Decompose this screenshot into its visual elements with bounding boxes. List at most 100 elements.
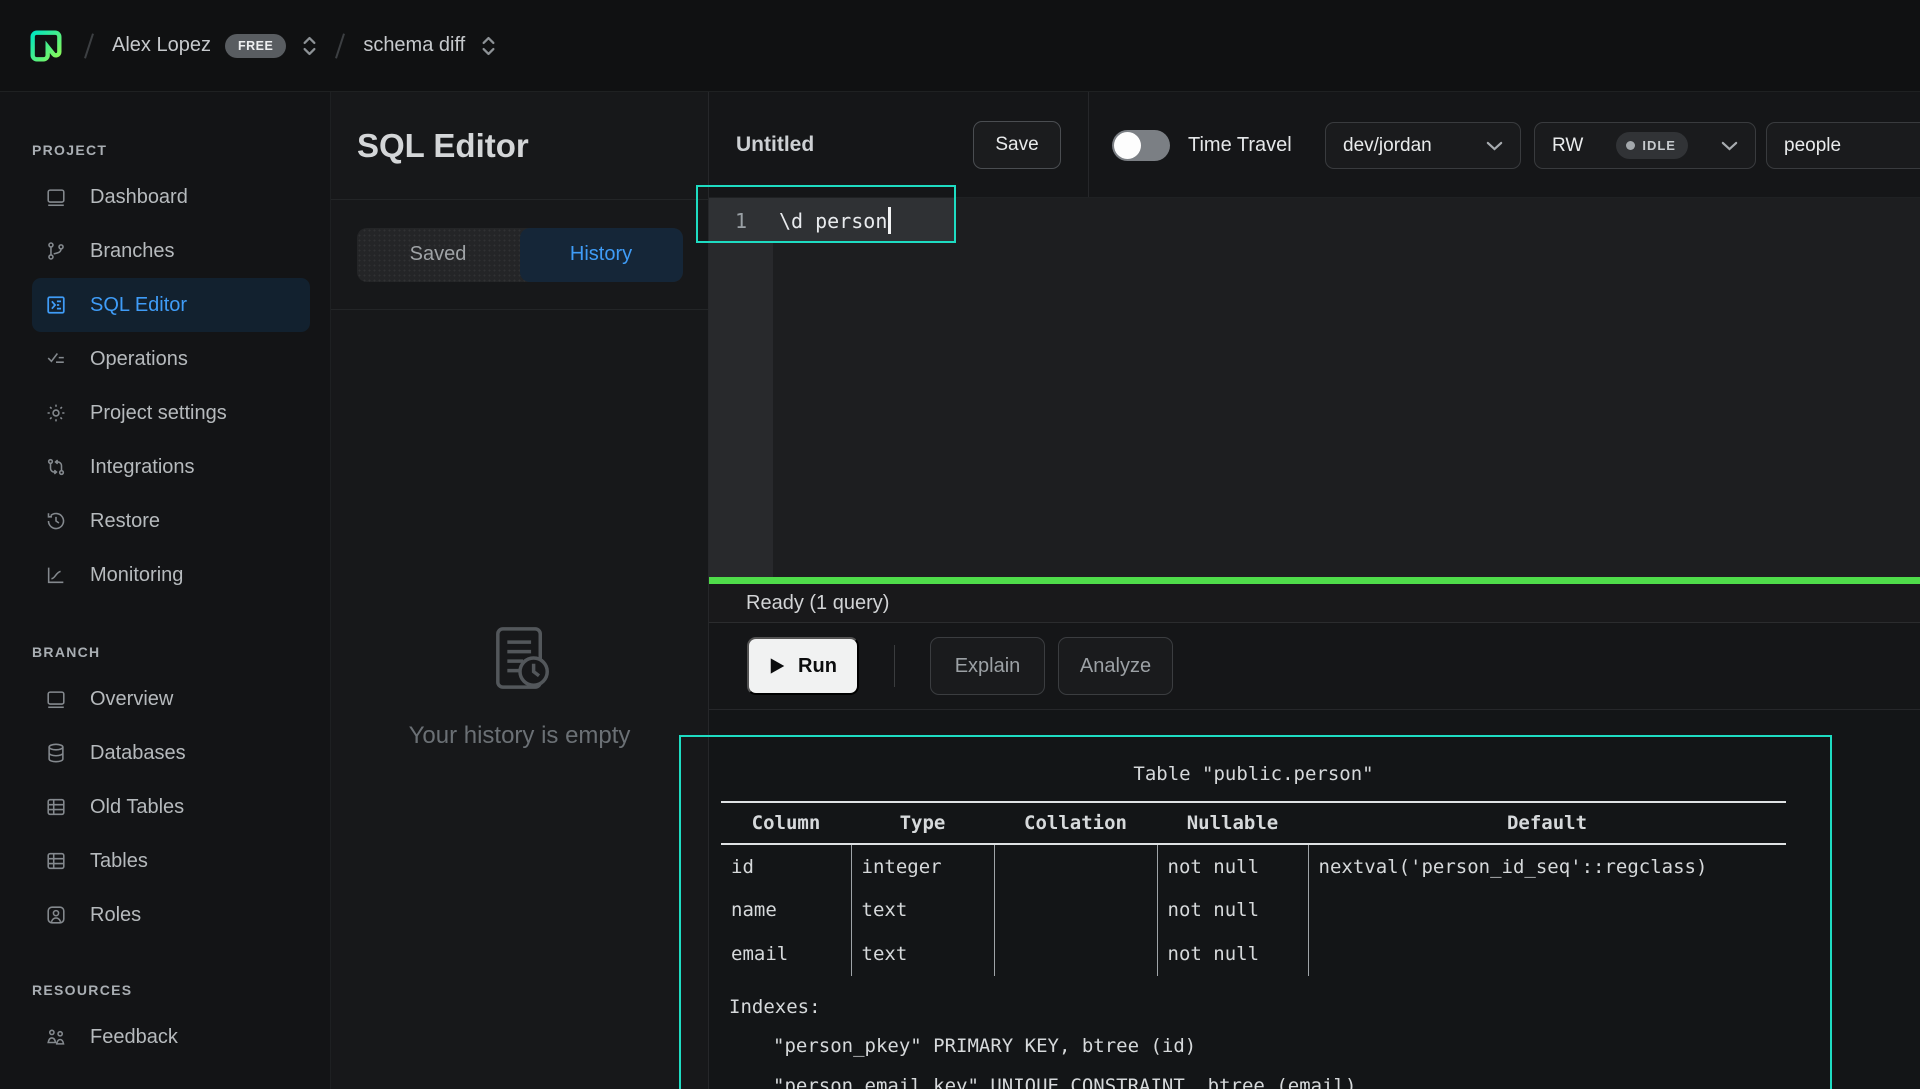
sidebar-item-operations[interactable]: Operations [32,332,310,386]
sidebar-section-resources: RESOURCES [32,970,310,1010]
code-editor[interactable]: 1 \d person [709,198,1920,577]
sidebar-section-branch: BRANCH [32,632,310,672]
toggle-knob [1114,132,1141,159]
sidebar-item-label: Tables [90,850,148,873]
sidebar-item-label: Integrations [90,456,195,479]
results-highlight-annotation: Table "public.person" Column Type Collat… [679,735,1832,1089]
sidebar-item-sql-editor[interactable]: SQL Editor [32,278,310,332]
sidebar-item-project-settings[interactable]: Project settings [32,386,310,440]
sidebar-item-integrations[interactable]: Integrations [32,440,310,494]
sidebar-item-label: Operations [90,348,188,371]
endpoint-status-badge: IDLE [1616,132,1688,159]
indexes-label: Indexes: [721,988,1830,1026]
time-travel-label: Time Travel [1188,92,1292,198]
history-empty-text: Your history is empty [409,722,631,750]
table-header-row: Column Type Collation Nullable Default [721,802,1786,844]
cell: integer [851,844,994,888]
plan-badge: FREE [225,34,286,58]
integrations-icon [44,455,68,479]
cell: name [721,888,851,932]
sidebar-item-label: Feedback [90,1026,178,1049]
column-header: Column [721,802,851,844]
cell: id [721,844,851,888]
table-row: name text not null [721,888,1786,932]
neon-logo[interactable] [26,25,66,67]
database-select-value: people [1784,135,1841,157]
sidebar-item-label: Roles [90,904,141,927]
play-icon [769,657,786,675]
table-icon [44,795,68,819]
sidebar-item-dashboard[interactable]: Dashboard [32,170,310,224]
window-icon [44,687,68,711]
tab-history[interactable]: History [520,228,683,282]
cell [994,888,1157,932]
dashboard-icon [44,185,68,209]
org-switcher-chevrons-icon[interactable] [302,35,317,57]
sidebar-item-roles[interactable]: Roles [32,888,310,942]
breadcrumb-slash-icon [335,33,345,58]
sidebar-item-label: Project settings [90,402,227,425]
cell: email [721,932,851,976]
sidebar-item-branches[interactable]: Branches [32,224,310,278]
explain-button[interactable]: Explain [930,637,1045,695]
cell: not null [1157,888,1308,932]
toolbar-divider [1088,92,1089,197]
analyze-button[interactable]: Analyze [1058,637,1173,695]
sidebar-item-old-tables[interactable]: Old Tables [32,780,310,834]
run-button[interactable]: Run [747,637,859,695]
table-row: email text not null [721,932,1786,976]
cell: not null [1157,844,1308,888]
sidebar-item-label: Databases [90,742,186,765]
org-name[interactable]: Alex Lopez [112,34,211,57]
index-entry: "person_email_key" UNIQUE CONSTRAINT, bt… [721,1066,1830,1089]
sidebar-item-label: Dashboard [90,186,188,209]
compute-endpoint-select[interactable]: RW IDLE [1534,122,1756,169]
save-button[interactable]: Save [973,121,1061,169]
sidebar-item-tables[interactable]: Tables [32,834,310,888]
project-name[interactable]: schema diff [363,34,465,57]
sidebar-item-feedback[interactable]: Feedback [32,1010,310,1064]
chevron-down-icon [1486,141,1503,151]
action-buttons-row: Run Explain Analyze [709,623,1920,710]
chart-icon [44,563,68,587]
user-badge-icon [44,903,68,927]
query-title: Untitled [736,92,814,198]
column-header: Nullable [1157,802,1308,844]
tabs-row: Saved History [331,200,708,310]
chevron-down-icon [1721,141,1738,151]
breadcrumb-slash-icon [84,33,94,58]
results-area: Table "public.person" Column Type Collat… [709,710,1920,1089]
sidebar-item-label: SQL Editor [90,294,187,317]
saved-history-segmented-control: Saved History [357,228,683,282]
tab-saved[interactable]: Saved [357,228,520,282]
project-switcher-chevrons-icon[interactable] [481,35,496,57]
sidebar: PROJECT Dashboard Branches SQL Editor Op… [0,92,330,1089]
checklist-icon [44,347,68,371]
sidebar-item-label: Branches [90,240,175,263]
cell [1308,932,1786,976]
neon-console: Alex Lopez FREE schema diff PROJECT Dash… [0,0,1920,1089]
database-select[interactable]: people [1766,122,1920,169]
branch-select[interactable]: dev/jordan [1325,122,1521,169]
sidebar-item-label: Old Tables [90,796,184,819]
sidebar-item-databases[interactable]: Databases [32,726,310,780]
table-icon [44,849,68,873]
sidebar-section-project: PROJECT [32,130,310,170]
sql-editor-panel-header: SQL Editor [331,92,708,200]
sidebar-item-monitoring[interactable]: Monitoring [32,548,310,602]
people-icon [44,1025,68,1049]
main-area: Untitled Save Time Travel dev/jordan RW … [708,92,1920,1089]
column-header: Type [851,802,994,844]
cell [994,932,1157,976]
column-header: Default [1308,802,1786,844]
cell: text [851,888,994,932]
sidebar-item-label: Overview [90,688,173,711]
query-progress-bar [709,577,1920,584]
time-travel-toggle[interactable] [1112,130,1170,161]
sidebar-item-overview[interactable]: Overview [32,672,310,726]
sidebar-item-label: Monitoring [90,564,183,587]
sidebar-item-restore[interactable]: Restore [32,494,310,548]
page-title: SQL Editor [357,127,529,165]
cell: text [851,932,994,976]
editor-gutter [709,198,773,577]
